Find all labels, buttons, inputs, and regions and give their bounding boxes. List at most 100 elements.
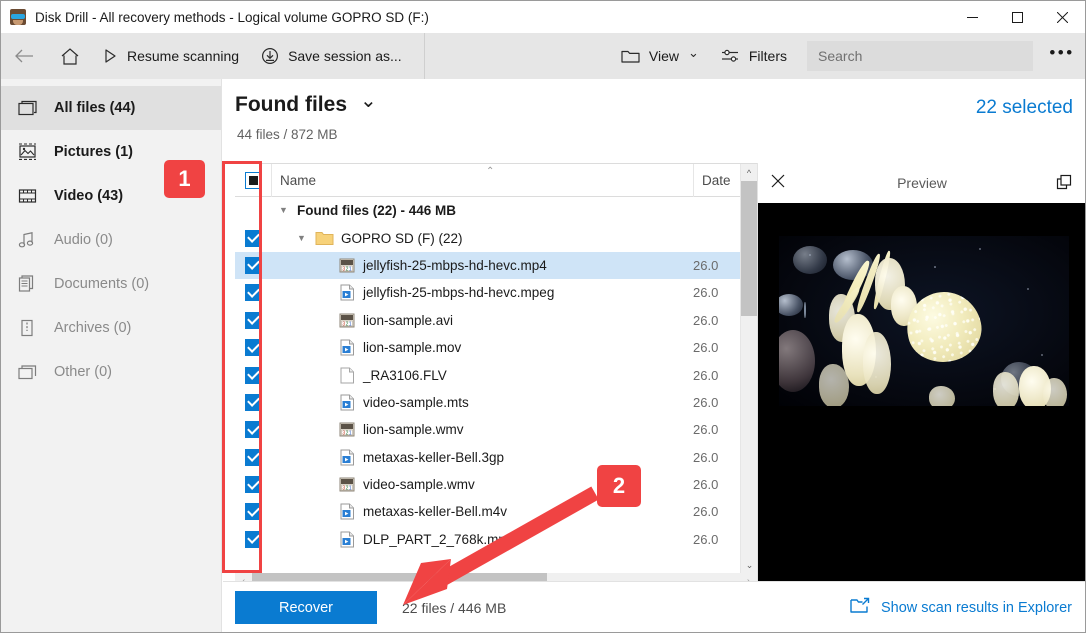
row-checkbox-cell[interactable] bbox=[235, 284, 271, 302]
home-icon[interactable] bbox=[47, 33, 93, 79]
row-checkbox-cell[interactable] bbox=[235, 256, 271, 274]
select-all-checkbox-cell[interactable] bbox=[235, 164, 271, 197]
row-checkbox[interactable] bbox=[244, 503, 262, 521]
popout-window-icon[interactable] bbox=[1056, 174, 1072, 193]
table-row[interactable]: ▼ Found files (22) - 446 MB bbox=[235, 197, 757, 224]
table-row[interactable]: _RA3106.FLV 26.0 bbox=[235, 361, 757, 388]
vertical-scrollbar[interactable]: ^ ⌄ bbox=[740, 164, 758, 574]
row-checkbox[interactable] bbox=[244, 229, 262, 247]
row-checkbox[interactable] bbox=[244, 366, 262, 384]
all-files-icon bbox=[16, 100, 38, 117]
file-table: Name ⌃ Date ▼ Found files (22) - 446 MB ▼ G… bbox=[235, 163, 758, 574]
row-checkbox[interactable] bbox=[244, 256, 262, 274]
maximize-button[interactable] bbox=[995, 1, 1040, 33]
selected-count: 22 selected bbox=[975, 97, 1073, 118]
select-all-checkbox[interactable] bbox=[244, 171, 262, 189]
minimize-button[interactable] bbox=[950, 1, 995, 33]
row-checkbox-cell[interactable] bbox=[235, 476, 271, 494]
table-row[interactable]: ▼ GOPRO SD (F) (22) bbox=[235, 224, 757, 251]
preview-video-area bbox=[758, 203, 1085, 632]
close-button[interactable] bbox=[1040, 1, 1085, 33]
close-icon[interactable] bbox=[771, 174, 785, 191]
row-checkbox[interactable] bbox=[244, 530, 262, 548]
chevron-down-icon[interactable]: ⌄ bbox=[360, 88, 377, 113]
view-button[interactable]: View ⌄ bbox=[611, 33, 711, 79]
row-checkbox[interactable] bbox=[244, 448, 262, 466]
chevron-down-icon: ⌄ bbox=[687, 45, 699, 60]
row-checkbox-cell[interactable] bbox=[235, 393, 271, 411]
sliders-icon bbox=[721, 48, 740, 64]
scroll-down-icon[interactable]: ⌄ bbox=[741, 557, 758, 574]
table-row[interactable]: DLP_PART_2_768k.mpg 26.0 bbox=[235, 526, 757, 553]
table-row[interactable]: lion-sample.mov 26.0 bbox=[235, 334, 757, 361]
save-session-button[interactable]: Save session as... bbox=[251, 33, 414, 79]
avi-media-icon: 321 bbox=[339, 312, 356, 329]
resume-scanning-button[interactable]: Resume scanning bbox=[93, 33, 251, 79]
table-row[interactable]: jellyfish-25-mbps-hd-hevc.mpeg 26.0 bbox=[235, 279, 757, 306]
disk-drill-icon bbox=[10, 9, 26, 25]
row-checkbox-cell[interactable] bbox=[235, 503, 271, 521]
search-placeholder: Search bbox=[818, 48, 863, 64]
video-preview-frame bbox=[779, 236, 1069, 406]
bottom-bar: Recover 22 files / 446 MB Show scan resu… bbox=[223, 581, 1085, 632]
row-checkbox[interactable] bbox=[244, 339, 262, 357]
sidebar-item-label: Archives (0) bbox=[54, 320, 132, 336]
table-row[interactable]: video-sample.mts 26.0 bbox=[235, 389, 757, 416]
show-in-explorer-link[interactable]: Show scan results in Explorer bbox=[850, 597, 1072, 618]
sidebar-item-audio[interactable]: Audio (0) bbox=[1, 218, 221, 262]
row-label: video-sample.wmv bbox=[363, 477, 475, 493]
annotation-badge-2: 2 bbox=[597, 465, 641, 507]
row-checkbox-cell[interactable] bbox=[235, 421, 271, 439]
row-checkbox[interactable] bbox=[244, 421, 262, 439]
scroll-up-icon[interactable]: ^ bbox=[741, 164, 757, 181]
row-checkbox-cell[interactable] bbox=[235, 339, 271, 357]
row-checkbox-cell[interactable] bbox=[235, 229, 271, 247]
expand-triangle-icon[interactable]: ▼ bbox=[277, 206, 290, 215]
sidebar-item-label: Documents (0) bbox=[54, 276, 150, 292]
row-name-cell: ▼ GOPRO SD (F) (22) bbox=[271, 231, 693, 246]
table-row[interactable]: metaxas-keller-Bell.3gp 26.0 bbox=[235, 444, 757, 471]
video-doc-icon bbox=[339, 339, 356, 356]
download-arrow-icon bbox=[261, 47, 279, 65]
sidebar-item-other[interactable]: Other (0) bbox=[1, 350, 221, 394]
back-arrow-icon[interactable] bbox=[1, 33, 47, 79]
row-checkbox[interactable] bbox=[244, 393, 262, 411]
sidebar-item-all-files[interactable]: All files (44) bbox=[1, 86, 221, 130]
page-title[interactable]: Found files ⌄ bbox=[235, 90, 377, 117]
table-row[interactable]: 3 2 1 video-sample.wmv 26.0 bbox=[235, 471, 757, 498]
vertical-scrollbar-thumb[interactable] bbox=[741, 181, 758, 316]
row-checkbox-cell[interactable] bbox=[235, 448, 271, 466]
table-row[interactable]: metaxas-keller-Bell.m4v 26.0 bbox=[235, 498, 757, 525]
table-row[interactable]: 3 2 1 lion-sample.wmv 26.0 bbox=[235, 416, 757, 443]
resume-scanning-label: Resume scanning bbox=[127, 48, 240, 64]
row-checkbox[interactable] bbox=[244, 284, 262, 302]
row-checkbox-cell[interactable] bbox=[235, 530, 271, 548]
found-files-header: Found files ⌄ 44 files / 872 MB bbox=[235, 90, 377, 143]
window-title: Disk Drill - All recovery methods - Logi… bbox=[35, 9, 429, 25]
sidebar-item-archives[interactable]: Archives (0) bbox=[1, 306, 221, 350]
sidebar-item-documents[interactable]: Documents (0) bbox=[1, 262, 221, 306]
sidebar-item-label: Pictures (1) bbox=[54, 144, 133, 160]
row-checkbox[interactable] bbox=[244, 311, 262, 329]
row-label: lion-sample.mov bbox=[363, 340, 462, 356]
preview-title: Preview bbox=[897, 175, 947, 191]
row-checkbox-cell[interactable] bbox=[235, 311, 271, 329]
row-name-cell: jellyfish-25-mbps-hd-hevc.mpeg bbox=[271, 284, 693, 301]
recover-button[interactable]: Recover bbox=[235, 591, 377, 624]
preview-panel: Preview bbox=[757, 163, 1085, 632]
table-row[interactable]: dolbycanyon.mts26.0 bbox=[235, 553, 757, 556]
row-checkbox[interactable] bbox=[244, 476, 262, 494]
search-input[interactable]: Search bbox=[807, 41, 1033, 71]
table-row[interactable]: 3 2 1 jellyfish-25-mbps-hd-hevc.mp4 26.0 bbox=[235, 251, 757, 280]
more-options-button[interactable]: ••• bbox=[1039, 33, 1085, 79]
expand-triangle-icon[interactable]: ▼ bbox=[295, 233, 308, 243]
row-name-cell: DLP_PART_2_768k.mpg bbox=[271, 531, 693, 548]
table-rows: ▼ Found files (22) - 446 MB ▼ GOPRO SD (F) … bbox=[235, 197, 757, 556]
row-checkbox-cell[interactable] bbox=[235, 366, 271, 384]
show-in-explorer-label: Show scan results in Explorer bbox=[881, 599, 1072, 616]
filters-button[interactable]: Filters bbox=[711, 33, 799, 79]
filters-label: Filters bbox=[748, 48, 787, 64]
column-header-name[interactable]: Name ⌃ bbox=[271, 163, 693, 197]
table-row[interactable]: 3 2 1 lion-sample.avi 26.0 bbox=[235, 307, 757, 334]
row-label: video-sample.mts bbox=[363, 394, 469, 410]
